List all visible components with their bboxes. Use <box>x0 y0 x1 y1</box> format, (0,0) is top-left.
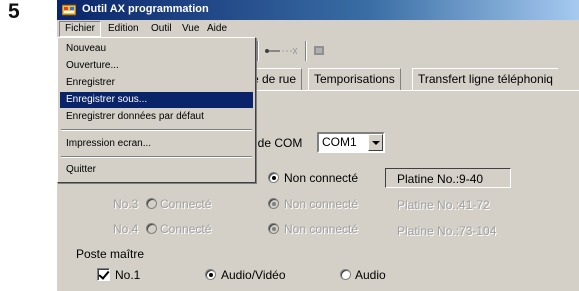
menu-item-impression-ecran[interactable]: Impression ecran... <box>60 136 253 152</box>
poste-maitre-label: Poste maître <box>76 247 145 261</box>
menu-edition[interactable]: Edition <box>103 21 144 37</box>
toolbar-separator <box>257 41 259 61</box>
row3-non-connecte-label: Non connecté <box>284 222 359 236</box>
app-icon <box>62 4 76 16</box>
title-bar[interactable]: Outil AX programmation <box>57 0 579 20</box>
menu-item-enregistrer-sous[interactable]: Enregistrer sous... <box>60 92 253 108</box>
radio-row3-connecte[interactable] <box>146 223 157 234</box>
menu-item-enregistrer[interactable]: Enregistrer <box>60 75 253 91</box>
row3-platine: Platine No.:73-104 <box>397 224 497 238</box>
com-port-select[interactable]: COM1 <box>317 132 385 153</box>
radio-row3-non-connecte[interactable] <box>268 223 279 234</box>
window-title: Outil AX programmation <box>82 3 209 15</box>
menu-bar: Fichier Edition Outil Vue Aide <box>57 20 579 38</box>
row2-connecte-label: Connecté <box>160 197 212 211</box>
tab-temporisations[interactable]: Temporisations <box>308 68 401 90</box>
row1-platine: Platine No.:9-40 <box>397 172 484 186</box>
row2-non-connecte-label: Non connecté <box>284 197 359 211</box>
row2-platine: Platine No.:41-72 <box>397 198 490 212</box>
audio-label: Audio <box>355 268 386 282</box>
row3-no: No.4 <box>113 222 139 236</box>
file-menu-dropdown: Nouveau Ouverture... Enregistrer Enregis… <box>57 37 256 183</box>
radio-row2-connecte[interactable] <box>146 198 157 209</box>
menu-item-enregistrer-defaut[interactable]: Enregistrer données par défaut <box>60 109 253 125</box>
menu-item-nouveau[interactable]: Nouveau <box>60 41 253 57</box>
radio-row2-non-connecte[interactable] <box>268 198 279 209</box>
connection-line-icon[interactable] <box>262 41 302 61</box>
no1-checkbox[interactable] <box>97 268 110 281</box>
radio-audio-video[interactable] <box>205 269 216 280</box>
menu-item-quitter[interactable]: Quitter <box>60 162 253 178</box>
menu-separator <box>61 129 252 131</box>
menu-outil[interactable]: Outil <box>146 21 177 37</box>
row3-connecte-label: Connecté <box>160 222 212 236</box>
tab-transfert-ligne[interactable]: Transfert ligne téléphoniq <box>412 68 558 90</box>
menu-fichier[interactable]: Fichier <box>59 21 102 37</box>
app-window: Outil AX programmation Fichier Edition O… <box>57 0 579 291</box>
radio-row1-non-connecte[interactable] <box>268 172 279 183</box>
menu-vue[interactable]: Vue <box>177 21 204 37</box>
no1-checkbox-label: No.1 <box>115 268 141 282</box>
disconnect-icon[interactable] <box>310 41 328 61</box>
step-number: 5 <box>8 0 20 23</box>
menu-aide[interactable]: Aide <box>202 21 232 37</box>
toolbar-separator <box>305 41 307 61</box>
radio-audio[interactable] <box>340 269 351 280</box>
menu-item-ouverture[interactable]: Ouverture... <box>60 58 253 74</box>
chevron-down-icon[interactable] <box>368 134 383 151</box>
row2-no: No.3 <box>113 197 139 211</box>
row1-non-connecte-label: Non connecté <box>284 171 359 185</box>
menu-separator <box>61 156 252 158</box>
com-port-value: COM1 <box>322 135 357 149</box>
audio-video-label: Audio/Vidéo <box>221 268 286 282</box>
